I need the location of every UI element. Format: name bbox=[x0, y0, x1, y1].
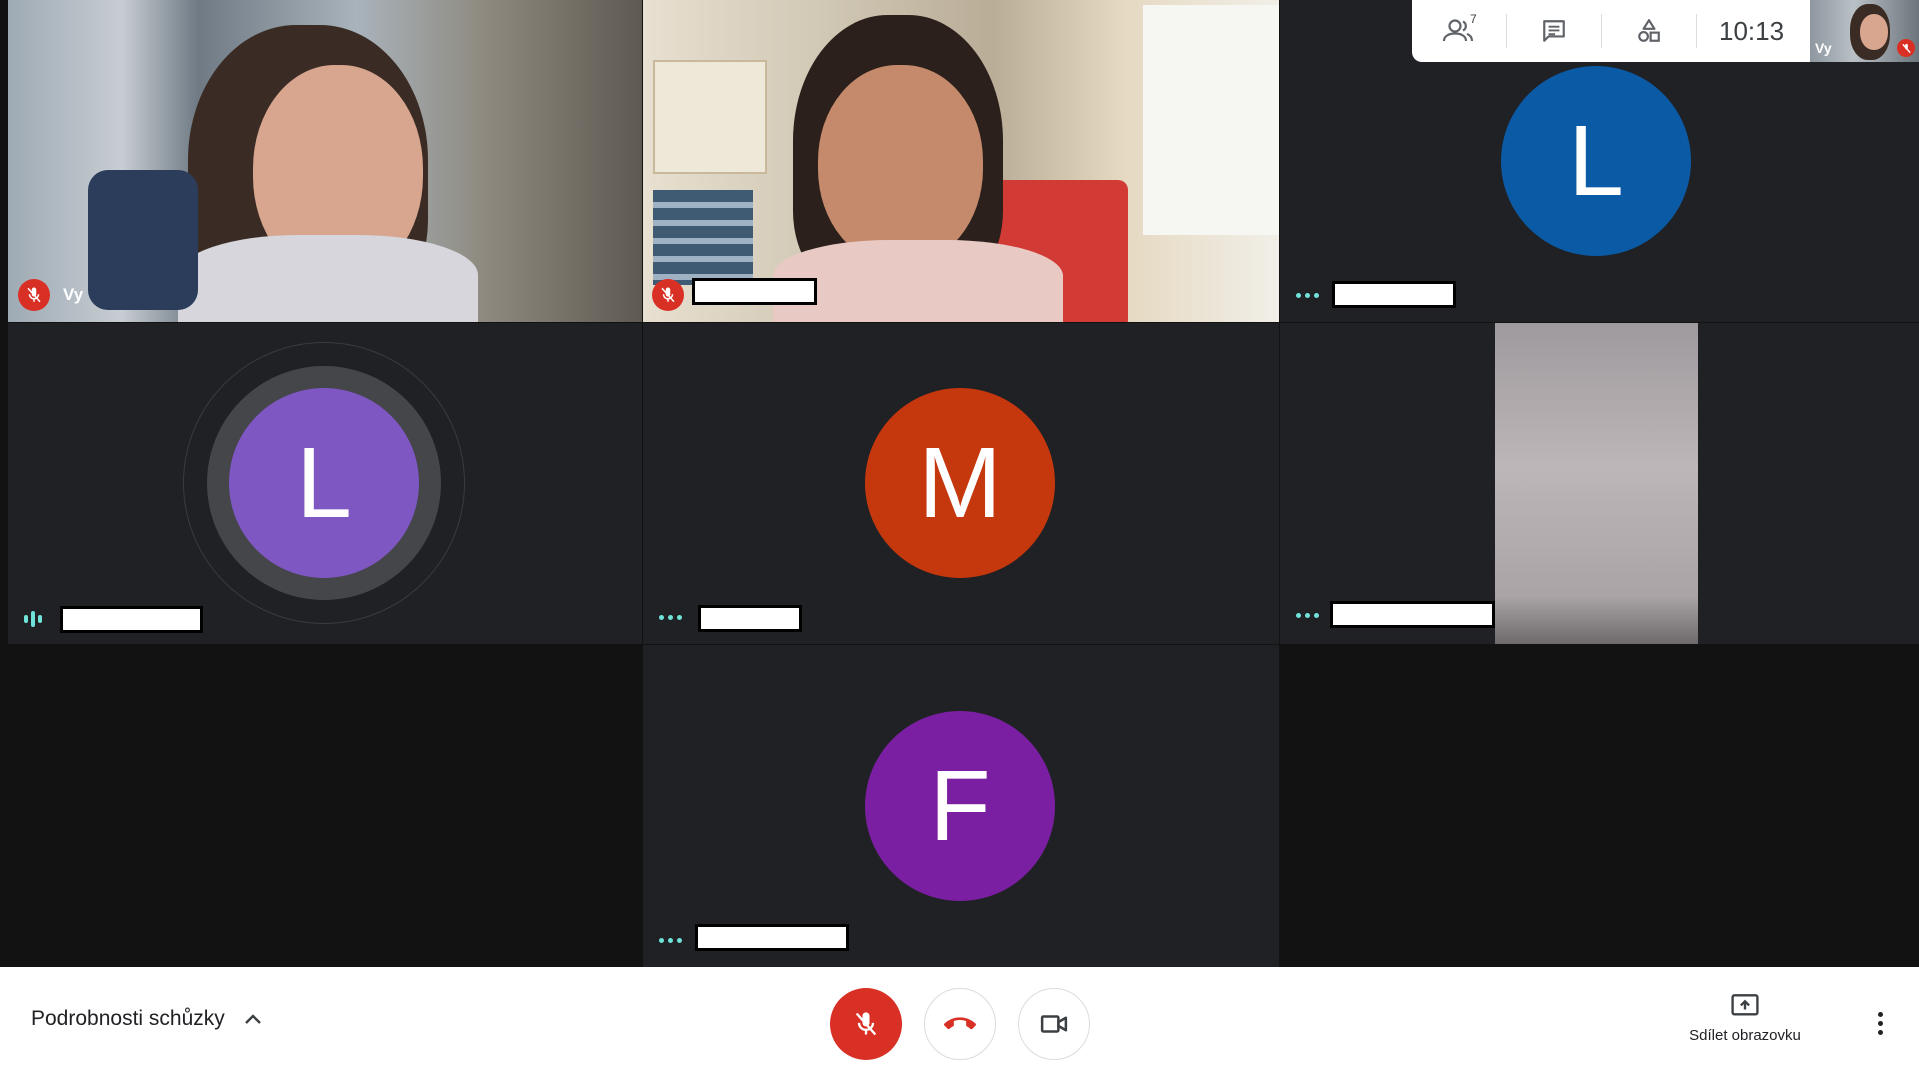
activities-button[interactable] bbox=[1602, 0, 1696, 62]
participant-camera-feed bbox=[643, 0, 1279, 322]
meeting-grid: Vy L L M F 7 10:13 Vy bbox=[0, 0, 1919, 967]
more-options-icon[interactable] bbox=[1296, 613, 1319, 618]
chat-button[interactable] bbox=[1507, 0, 1601, 62]
participant-tile-m[interactable]: M bbox=[643, 323, 1279, 644]
participant-tile-l-purple[interactable]: L bbox=[8, 323, 642, 644]
hang-up-button[interactable] bbox=[924, 988, 996, 1060]
mic-off-icon bbox=[27, 287, 41, 303]
redacted-name bbox=[692, 278, 817, 305]
participants-button[interactable]: 7 bbox=[1412, 0, 1506, 62]
mic-off-indicator bbox=[652, 279, 684, 311]
participant-name: Vy bbox=[63, 285, 84, 304]
participant-tile-video[interactable] bbox=[643, 0, 1279, 322]
participant-count: 7 bbox=[1470, 12, 1477, 26]
avatar-l-blue: L bbox=[1501, 66, 1691, 256]
self-camera-feed bbox=[8, 0, 642, 322]
meeting-details-label: Podrobnosti schůzky bbox=[31, 1007, 225, 1030]
participant-tile-portrait-video[interactable] bbox=[1280, 323, 1919, 644]
chat-icon bbox=[1543, 20, 1565, 42]
more-options-icon[interactable] bbox=[1296, 293, 1319, 298]
more-options-button[interactable] bbox=[1868, 1003, 1892, 1043]
participant-tile-self[interactable]: Vy bbox=[8, 0, 642, 322]
audio-level-icon bbox=[24, 611, 42, 627]
present-screen-button[interactable]: Sdílet obrazovku bbox=[1670, 993, 1820, 1044]
divider bbox=[1696, 14, 1697, 48]
redacted-name bbox=[60, 606, 203, 633]
participant-tile-f[interactable]: F bbox=[643, 645, 1279, 967]
top-toolbar: 7 10:13 bbox=[1412, 0, 1810, 62]
participant-camera-feed bbox=[1495, 323, 1698, 644]
mic-off-icon bbox=[661, 287, 675, 303]
bottom-toolbar: Podrobnosti schůzky Sdílet obrazovku bbox=[0, 967, 1919, 1079]
camera-toggle-button[interactable] bbox=[1018, 988, 1090, 1060]
redacted-name bbox=[1332, 281, 1456, 308]
avatar-l-purple: L bbox=[229, 388, 419, 578]
self-view-thumbnail[interactable]: Vy bbox=[1810, 0, 1919, 62]
redacted-name bbox=[698, 605, 802, 632]
present-screen-icon bbox=[1731, 994, 1759, 1016]
mic-off-indicator bbox=[18, 279, 50, 311]
more-options-icon[interactable] bbox=[659, 615, 682, 620]
self-view-label: Vy bbox=[1815, 40, 1832, 56]
avatar-m: M bbox=[865, 388, 1055, 578]
meeting-clock: 10:13 bbox=[1719, 15, 1785, 46]
more-options-icon[interactable] bbox=[659, 938, 682, 943]
mic-off-icon bbox=[1897, 39, 1915, 57]
avatar-f: F bbox=[865, 711, 1055, 901]
redacted-name bbox=[1330, 601, 1495, 628]
hang-up-icon bbox=[944, 1017, 976, 1030]
present-screen-label: Sdílet obrazovku bbox=[1689, 1027, 1801, 1044]
meeting-details-button[interactable]: Podrobnosti schůzky bbox=[31, 1007, 263, 1031]
chevron-up-icon bbox=[244, 1014, 261, 1024]
mic-off-icon bbox=[855, 1012, 877, 1036]
video-camera-icon bbox=[1040, 1015, 1068, 1033]
shapes-icon bbox=[1638, 19, 1660, 42]
redacted-name bbox=[695, 924, 849, 951]
mic-toggle-button[interactable] bbox=[830, 988, 902, 1060]
